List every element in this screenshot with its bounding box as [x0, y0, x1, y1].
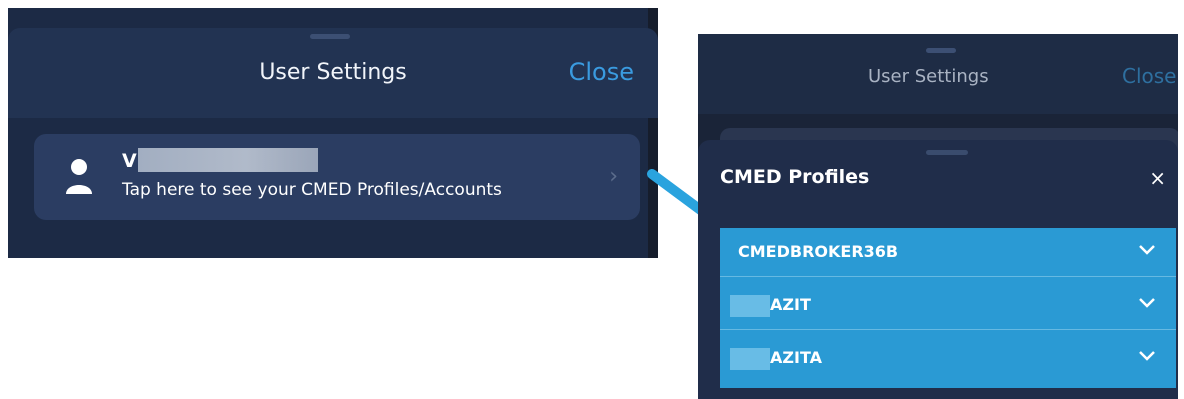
close-icon[interactable]: × — [1149, 166, 1166, 190]
background-drag-handle — [926, 48, 956, 53]
tutorial-canvas: User Settings Close V Tap here to see yo… — [0, 0, 1184, 399]
profile-list: CMEDBROKER36B AZIT AZITA — [720, 228, 1176, 388]
profile-row[interactable]: AZITA — [720, 334, 1176, 382]
profile-row[interactable]: CMEDBROKER36B — [720, 228, 1176, 277]
profiles-sheet: CMED Profiles × CMEDBROKER36B AZIT AZITA — [698, 140, 1178, 399]
chevron-down-icon[interactable] — [1138, 244, 1156, 256]
profile-label: CMEDBROKER36B — [738, 242, 899, 261]
profile-label: AZIT — [770, 295, 811, 314]
redacted-name — [138, 148, 318, 172]
profile-row[interactable]: AZIT — [720, 281, 1176, 330]
close-button[interactable]: Close — [569, 58, 634, 86]
user-name: V — [122, 150, 137, 172]
user-card-subtitle: Tap here to see your CMED Profiles/Accou… — [122, 180, 502, 200]
sheet-title: CMED Profiles — [720, 166, 870, 188]
user-icon — [66, 159, 92, 194]
chevron-down-icon[interactable] — [1138, 297, 1156, 309]
page-title: User Settings — [259, 60, 407, 85]
redacted-prefix — [730, 348, 770, 370]
redacted-prefix — [730, 295, 770, 317]
background-title: User Settings — [868, 66, 989, 87]
chevron-down-icon[interactable] — [1138, 350, 1156, 362]
sheet-drag-handle[interactable] — [926, 150, 968, 155]
background-close-button: Close — [1122, 64, 1177, 88]
user-settings-panel: User Settings Close V Tap here to see yo… — [8, 8, 658, 258]
drag-handle[interactable] — [310, 34, 350, 39]
profile-label: AZITA — [770, 348, 822, 367]
chevron-right-icon: › — [609, 164, 618, 189]
user-profile-card[interactable]: V Tap here to see your CMED Profiles/Acc… — [34, 134, 640, 220]
cmed-profiles-panel: User Settings Close CMED Profiles × CMED… — [698, 34, 1178, 399]
